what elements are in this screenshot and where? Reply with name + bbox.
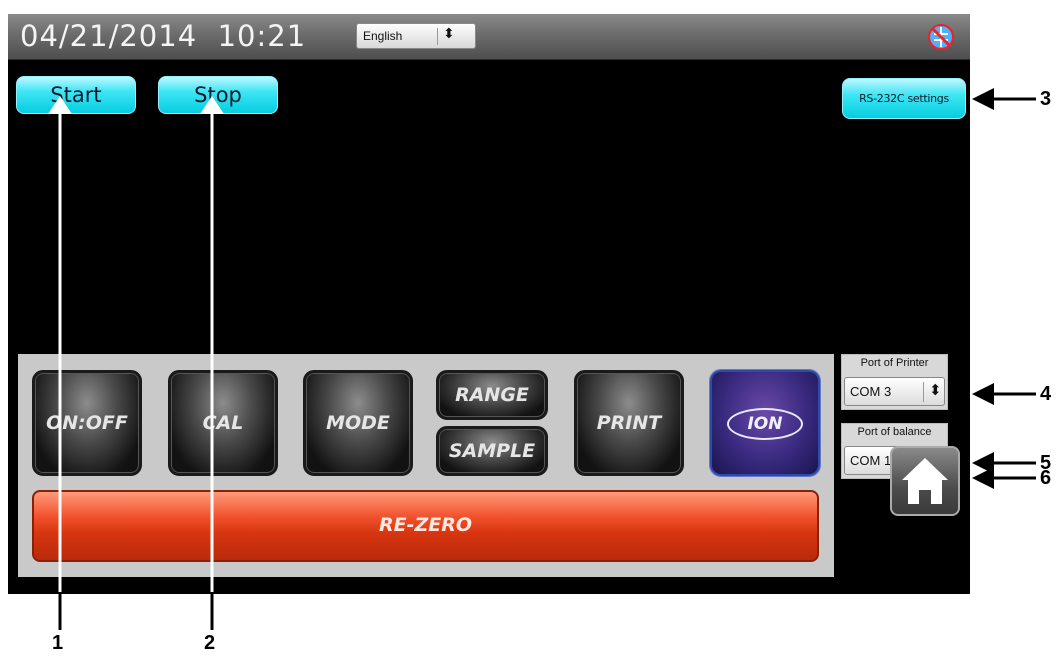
callout-1-arrowhead: [48, 96, 72, 114]
callout-6: 6: [1040, 467, 1052, 489]
callout-1: 1: [52, 632, 64, 654]
callout-3-arrowhead: [972, 88, 994, 110]
callout-4-arrowhead: [972, 383, 994, 405]
callout-2-arrowhead: [200, 96, 224, 114]
callout-2: 2: [204, 632, 216, 654]
callout-4: 4: [1040, 383, 1052, 405]
callout-6-arrowhead: [972, 467, 994, 489]
callout-arrows: [48, 88, 1036, 630]
callout-3: 3: [1040, 88, 1052, 110]
